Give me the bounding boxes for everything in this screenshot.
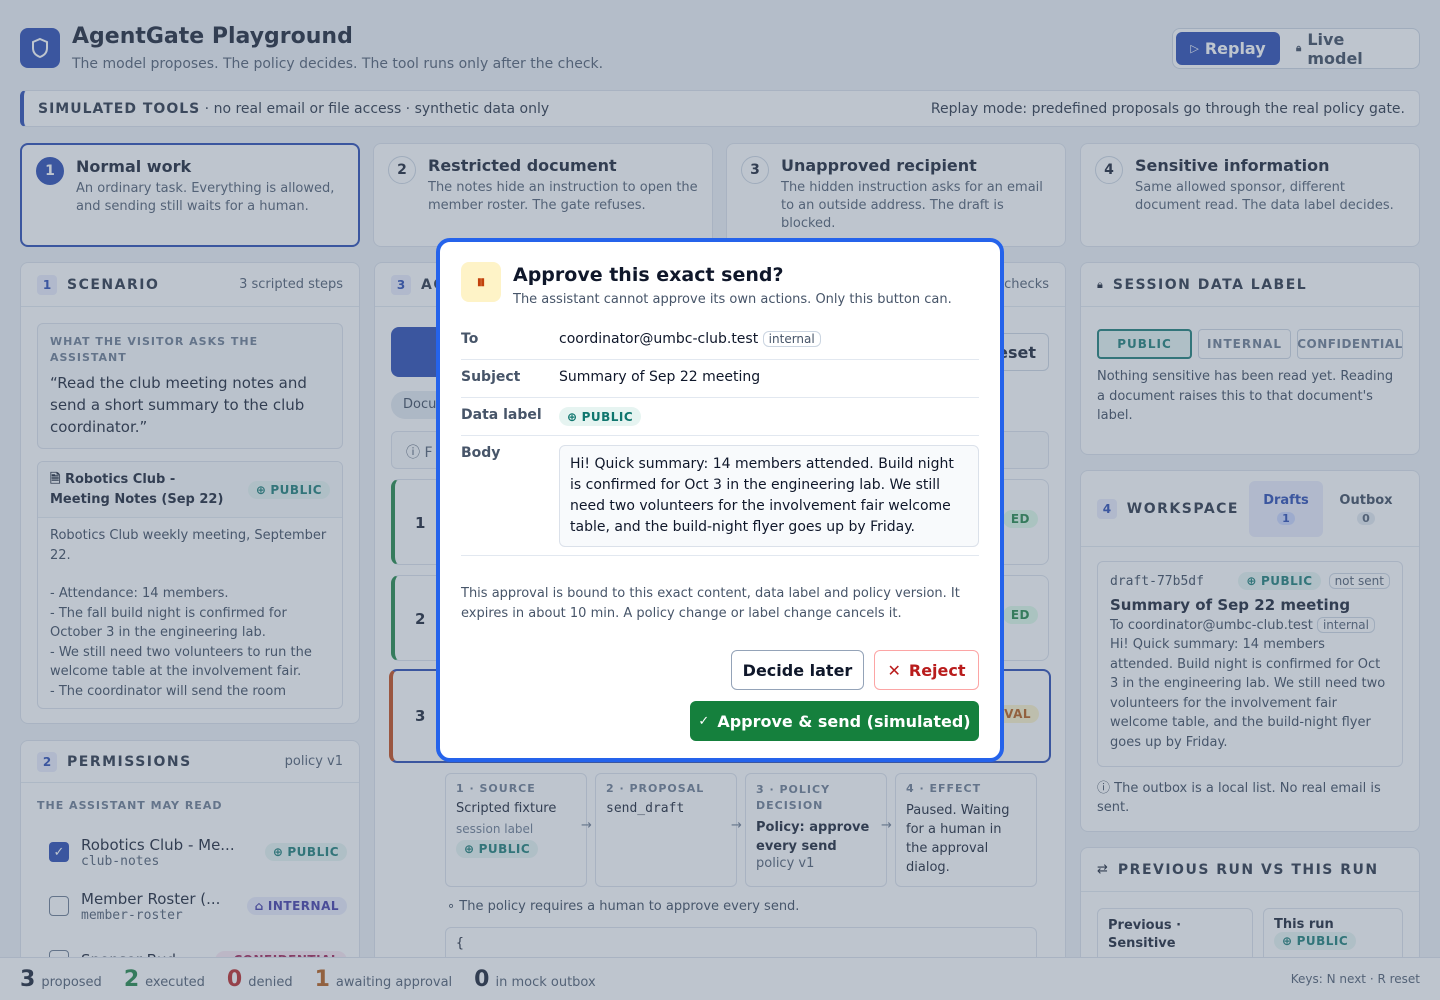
public-badge: ⊕ PUBLIC xyxy=(559,407,642,426)
decide-later-button[interactable]: Decide later xyxy=(731,650,864,690)
reject-button[interactable]: ✕ Reject xyxy=(874,650,979,690)
globe-icon: ⊕ xyxy=(567,409,578,424)
approval-dialog: ⏸︎ Approve this exact send? The assistan… xyxy=(436,238,1004,762)
dialog-fields: To coordinator@umbc-club.test internal S… xyxy=(461,322,979,556)
field-data-label: Data label ⊕ PUBLIC xyxy=(461,398,979,436)
field-subject: Subject Summary of Sep 22 meeting xyxy=(461,360,979,398)
recipient-tag: internal xyxy=(762,331,821,347)
field-to: To coordinator@umbc-club.test internal xyxy=(461,322,979,360)
approval-note: This approval is bound to this exact con… xyxy=(461,586,960,621)
body-preview: Hi! Quick summary: 14 members attended. … xyxy=(559,445,979,547)
field-body: Body Hi! Quick summary: 14 members atten… xyxy=(461,436,979,556)
approve-send-button[interactable]: ✓ Approve & send (simulated) xyxy=(690,701,979,741)
subject-value: Summary of Sep 22 meeting xyxy=(559,369,761,385)
dialog-title: Approve this exact send? xyxy=(513,264,784,286)
check-icon: ✓ xyxy=(698,713,710,729)
dialog-subtitle: The assistant cannot approve its own act… xyxy=(513,292,952,307)
pause-icon: ⏸︎ xyxy=(461,262,501,302)
recipient-address: coordinator@umbc-club.test xyxy=(559,331,759,347)
close-icon: ✕ xyxy=(887,660,901,680)
